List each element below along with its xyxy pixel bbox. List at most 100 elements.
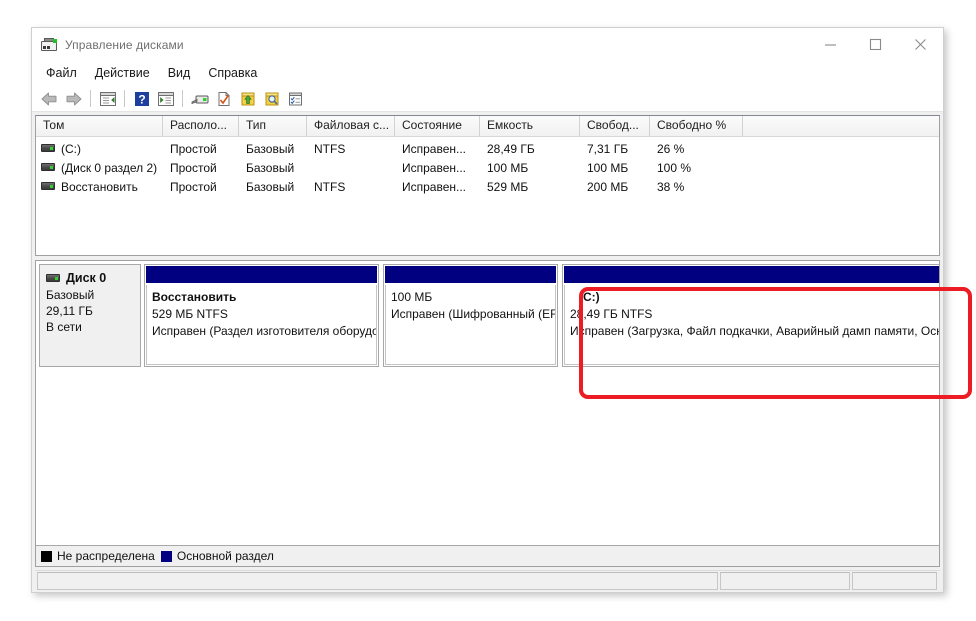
legend: Не распределена Основной раздел (36, 545, 939, 566)
partition-c[interactable]: (C:) 28,49 ГБ NTFS Исправен (Загрузка, Ф… (562, 264, 939, 367)
table-row[interactable]: (C:) Простой Базовый NTFS Исправен... 28… (36, 139, 939, 158)
status-pane-two (720, 572, 850, 590)
minimize-button[interactable] (808, 28, 853, 61)
cell-filesystem: NTFS (307, 142, 395, 156)
disk-graphic-scroll-area: Диск 0 Базовый 29,11 ГБ В сети Восстанов… (36, 261, 939, 545)
window-controls (808, 28, 943, 61)
disk-title: Диск 0 (46, 271, 140, 285)
checkmark-page-icon (216, 91, 232, 107)
client-area: Том Располо... Тип Файловая с... Состоян… (32, 112, 943, 592)
cell-volume-name-text: Восстановить (61, 180, 138, 194)
legend-primary-swatch (161, 551, 172, 562)
partition-color-bar (146, 266, 377, 283)
volume-list-pane: Том Располо... Тип Файловая с... Состоян… (35, 115, 940, 256)
partition-color-bar (564, 266, 939, 283)
disk-state: В сети (46, 319, 140, 335)
properties-list-icon (157, 91, 175, 107)
cell-capacity: 100 МБ (480, 161, 580, 175)
maximize-button[interactable] (853, 28, 898, 61)
menu-item-help[interactable]: Справка (199, 63, 266, 84)
upload-folder-icon (240, 91, 256, 107)
partition-size: 529 МБ NTFS (152, 306, 372, 323)
cell-layout: Простой (163, 180, 239, 194)
disk-type: Базовый (46, 287, 140, 303)
cell-free: 200 МБ (580, 180, 650, 194)
menu-bar: Файл Действие Вид Справка (32, 61, 943, 86)
cell-type: Базовый (239, 161, 307, 175)
back-button[interactable] (38, 88, 61, 110)
volume-icon (41, 144, 55, 153)
cell-volume-name: Восстановить (36, 180, 163, 194)
partition-recovery[interactable]: Восстановить 529 МБ NTFS Исправен (Разде… (144, 264, 379, 367)
column-header-volume[interactable]: Том (36, 116, 163, 136)
minimize-icon (824, 38, 837, 51)
menu-item-file[interactable]: Файл (41, 63, 86, 84)
cell-free-percent: 100 % (650, 161, 743, 175)
rescan-disks-button[interactable] (188, 88, 211, 110)
toolbar: ? (32, 86, 943, 112)
search-folder-button[interactable] (260, 88, 283, 110)
maximize-icon (869, 38, 882, 51)
partition-details: 100 МБ Исправен (Шифрованный (EF (385, 285, 556, 365)
toolbar-separator (90, 90, 91, 107)
partition-status: Исправен (Шифрованный (EF (391, 306, 551, 323)
cell-capacity: 28,49 ГБ (480, 142, 580, 156)
partition-color-bar (385, 266, 556, 283)
cell-volume-name-text: (Диск 0 раздел 2) (61, 161, 157, 175)
volume-list-body: (C:) Простой Базовый NTFS Исправен... 28… (36, 137, 939, 255)
cell-volume-name: (C:) (36, 142, 163, 156)
legend-primary-label: Основной раздел (177, 549, 274, 563)
svg-text:?: ? (138, 92, 145, 106)
column-header-capacity[interactable]: Емкость (480, 116, 580, 136)
partition-status: Исправен (Загрузка, Файл подкачки, Авари… (570, 323, 939, 340)
column-header-layout[interactable]: Располо... (163, 116, 239, 136)
screenshot-root: Управление дисками (0, 0, 976, 621)
show-hide-tree-button[interactable] (96, 88, 119, 110)
checkmark-page-button[interactable] (212, 88, 235, 110)
status-bar (35, 570, 940, 592)
partition-label: Восстановить (152, 289, 372, 306)
legend-unallocated: Не распределена (41, 549, 155, 563)
column-header-free[interactable]: Свобод... (580, 116, 650, 136)
forward-button[interactable] (62, 88, 85, 110)
partition-efi[interactable]: 100 МБ Исправен (Шифрованный (EF (383, 264, 558, 367)
disk-icon (46, 274, 60, 283)
cell-volume-name-text: (C:) (61, 142, 81, 156)
legend-primary-partition: Основной раздел (161, 549, 274, 563)
disk-management-window: Управление дисками (31, 27, 944, 593)
status-pane-main (37, 572, 718, 590)
table-row[interactable]: (Диск 0 раздел 2) Простой Базовый Исправ… (36, 158, 939, 177)
search-folder-icon (264, 91, 280, 107)
table-row[interactable]: Восстановить Простой Базовый NTFS Исправ… (36, 177, 939, 196)
cell-volume-name: (Диск 0 раздел 2) (36, 161, 163, 175)
rescan-disks-icon (190, 91, 210, 107)
column-header-filler[interactable] (743, 116, 939, 136)
cell-layout: Простой (163, 161, 239, 175)
column-header-free-percent[interactable]: Свободно % (650, 116, 743, 136)
column-header-type[interactable]: Тип (239, 116, 307, 136)
close-icon (914, 38, 927, 51)
title-bar: Управление дисками (32, 28, 943, 61)
close-button[interactable] (898, 28, 943, 61)
partition-details: Восстановить 529 МБ NTFS Исправен (Разде… (146, 285, 377, 365)
partition-details: (C:) 28,49 ГБ NTFS Исправен (Загрузка, Ф… (564, 285, 939, 365)
cell-type: Базовый (239, 142, 307, 156)
disk-info-panel[interactable]: Диск 0 Базовый 29,11 ГБ В сети (39, 264, 141, 367)
disk-row-0: Диск 0 Базовый 29,11 ГБ В сети Восстанов… (39, 264, 936, 367)
cell-status: Исправен... (395, 180, 480, 194)
column-header-filesystem[interactable]: Файловая с... (307, 116, 395, 136)
menu-item-action[interactable]: Действие (86, 63, 159, 84)
volume-list-header: Том Располо... Тип Файловая с... Состоян… (36, 116, 939, 137)
properties-icon (287, 91, 304, 107)
partition-status: Исправен (Раздел изготовителя оборудо (152, 323, 372, 340)
cell-free: 100 МБ (580, 161, 650, 175)
column-header-status[interactable]: Состояние (395, 116, 480, 136)
upload-folder-button[interactable] (236, 88, 259, 110)
properties-button[interactable] (284, 88, 307, 110)
help-button[interactable]: ? (130, 88, 153, 110)
cell-free-percent: 26 % (650, 142, 743, 156)
menu-item-view[interactable]: Вид (159, 63, 200, 84)
properties-list-button[interactable] (154, 88, 177, 110)
cell-filesystem: NTFS (307, 180, 395, 194)
volume-icon (41, 163, 55, 172)
